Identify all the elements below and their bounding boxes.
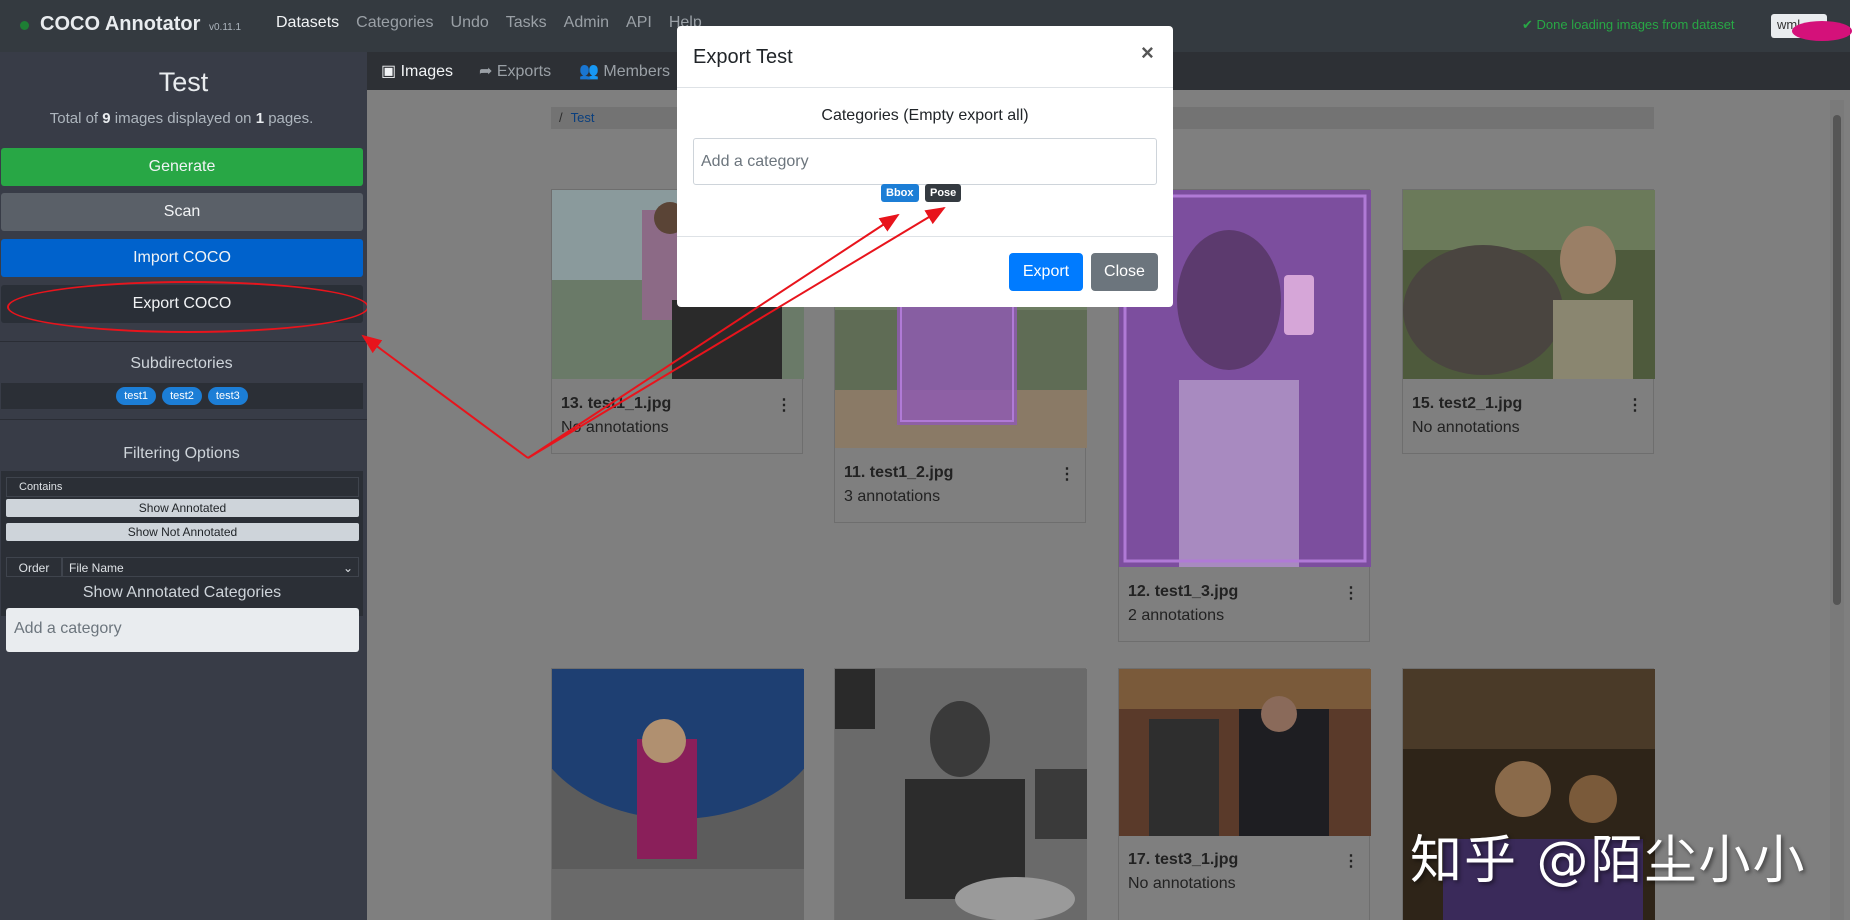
arrow-to-bbox: [527, 213, 900, 459]
annotation-arrows: [361, 206, 946, 459]
arrow-to-pose: [527, 206, 946, 459]
watermark: 知乎 @陌尘小小: [1410, 831, 1807, 891]
arrow-to-export: [361, 334, 529, 459]
